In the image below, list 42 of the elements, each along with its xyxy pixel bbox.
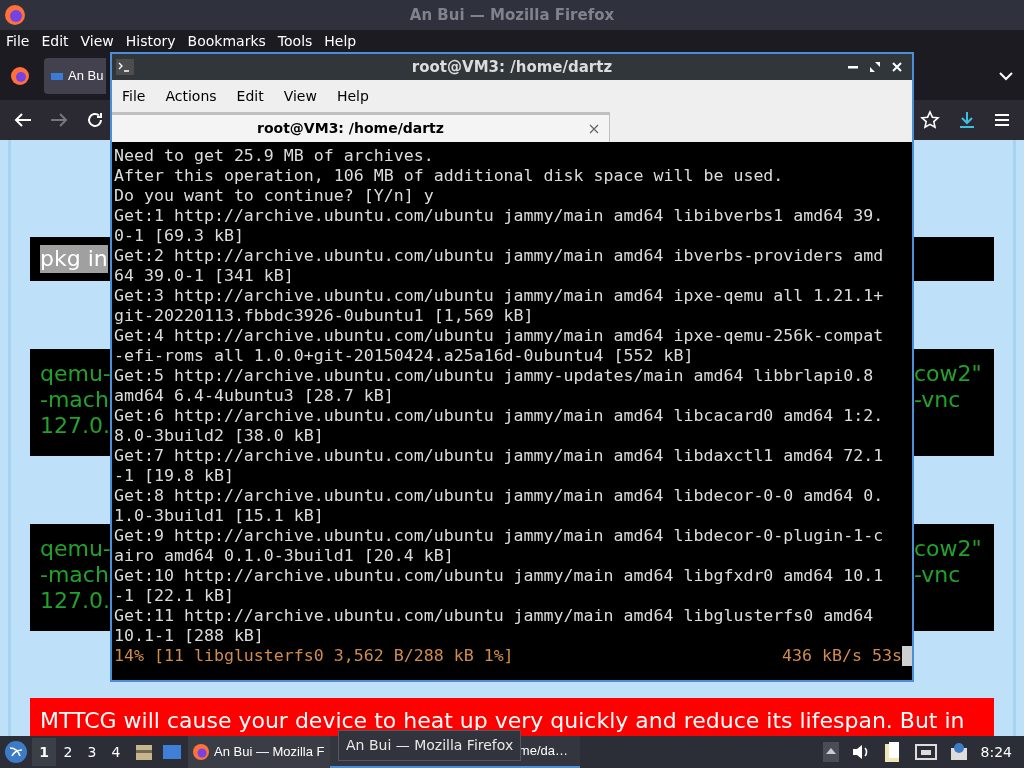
terminal-line: Do you want to continue? [Y/n] y bbox=[114, 186, 435, 206]
code-text: -mach bbox=[40, 387, 110, 414]
terminal-line: Get:5 http://archive.ubuntu.com/ubuntu jammy-updates/main amd64 libbrlapi0.8 bbox=[114, 366, 875, 386]
terminal-line: -efi-roms all 1.0.0+git-20150424.a25a16d-0ubuntu4 [552 kB] bbox=[114, 346, 695, 366]
terminal-line: Get:11 http://archive.ubuntu.com/ubuntu jammy/main amd64 libglusterfs0 amd64 bbox=[114, 606, 875, 626]
terminal-line: 8.0-3build2 [38.0 kB] bbox=[114, 426, 325, 446]
code-text: -vnc bbox=[914, 562, 962, 589]
terminal-line: Get:7 http://archive.ubuntu.com/ubuntu jammy/main amd64 libdaxctl1 amd64 72.1 bbox=[114, 446, 885, 466]
code-text: -mach bbox=[40, 562, 110, 589]
terminal-line: 1.0-3build1 [15.1 kB] bbox=[114, 506, 325, 526]
progress-status: 14% [11 libglusterfs0 3,562 B/288 kB 1%] bbox=[114, 646, 514, 666]
code-text: -vnc bbox=[914, 387, 962, 414]
terminal-line: Get:6 http://archive.ubuntu.com/ubuntu jammy/main amd64 libcacard0 amd64 1:2. bbox=[114, 406, 885, 426]
terminal-line: Get:8 http://archive.ubuntu.com/ubuntu jammy/main amd64 libdecor-0-0 amd64 0. bbox=[114, 486, 885, 506]
terminal-line: Get:1 http://archive.ubuntu.com/ubuntu jammy/main amd64 libibverbs1 amd64 39. bbox=[114, 206, 885, 226]
selected-text: pkg in bbox=[40, 245, 108, 274]
tooltip: An Bui — Mozilla Firefox bbox=[338, 730, 522, 761]
code-text: cow2" bbox=[914, 361, 983, 388]
terminal-line: Get:9 http://archive.ubuntu.com/ubuntu jammy/main amd64 libdecor-0-plugin-1-c bbox=[114, 526, 885, 546]
download-speed: 436 kB/s 53s bbox=[782, 646, 902, 666]
window-title: root@VM3: /home/dartz bbox=[411, 56, 613, 78]
terminal-line: 10.1-1 [288 kB] bbox=[114, 626, 265, 646]
code-text: qemu- bbox=[40, 536, 111, 563]
code-text: 127.0. bbox=[40, 413, 111, 440]
terminal-line: After this operation, 106 MB of additional disk space will be used. bbox=[114, 166, 785, 186]
code-text: 127.0. bbox=[40, 588, 111, 615]
terminal-line: amd64 6.4-4ubuntu3 [28.7 kB] bbox=[114, 386, 395, 406]
clock: 8:24 bbox=[980, 742, 1012, 762]
terminal-line: Get:3 http://archive.ubuntu.com/ubuntu jammy/main amd64 ipxe-qemu all 1.21.1+ bbox=[114, 286, 885, 306]
terminal-line: -1 [19.8 kB] bbox=[114, 466, 235, 486]
terminal-line: Need to get 25.9 MB of archives. bbox=[114, 146, 435, 166]
terminal-line: airo amd64 0.1.0-3build1 [20.4 kB] bbox=[114, 546, 455, 566]
terminal-line: 64 39.0-1 [341 kB] bbox=[114, 266, 295, 286]
code-text: cow2" bbox=[914, 536, 983, 563]
terminal-line: Get:2 http://archive.ubuntu.com/ubuntu jammy/main amd64 ibverbs-providers amd bbox=[114, 246, 885, 266]
terminal-line: Get:4 http://archive.ubuntu.com/ubuntu jammy/main amd64 ipxe-qemu-256k-compat bbox=[114, 326, 885, 346]
window-title: An Bui — Mozilla Firefox bbox=[409, 4, 615, 26]
terminal-line: git-20220113.fbbdc3926-0ubuntu1 [1,569 kB] bbox=[114, 306, 535, 326]
terminal-line: -1 [22.1 kB] bbox=[114, 586, 235, 606]
code-text: qemu- bbox=[40, 361, 111, 388]
terminal-line: Get:10 http://archive.ubuntu.com/ubuntu jammy/main amd64 libgfxdr0 amd64 10.1 bbox=[114, 566, 885, 586]
terminal-line: 0-1 [69.3 kB] bbox=[114, 226, 245, 246]
